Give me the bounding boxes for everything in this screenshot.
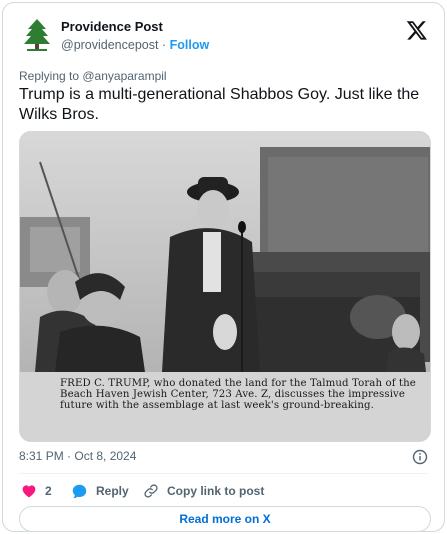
handle-row: @providencepost · Follow (61, 38, 209, 52)
account-name[interactable]: Providence Post (61, 19, 163, 34)
tweet-card: Providence Post @providencepost · Follow… (2, 2, 445, 532)
x-logo-icon[interactable] (406, 19, 428, 41)
link-icon (144, 484, 158, 498)
reply-button[interactable]: Reply (71, 482, 129, 500)
read-more-button[interactable]: Read more on X (19, 506, 431, 532)
like-button[interactable]: 2 (21, 482, 52, 500)
pine-tree-icon (24, 19, 50, 51)
heart-icon (22, 485, 36, 498)
photo-caption: FRED C. TRUMP, who donated the land for … (60, 378, 416, 411)
tweet-meta: 8:31 PM · Oct 8, 2024 (19, 449, 428, 467)
speech-bubble-icon (72, 484, 87, 498)
reply-label: Reply (96, 484, 129, 498)
follow-link[interactable]: Follow (170, 38, 210, 52)
copy-link-button[interactable]: Copy link to post (143, 482, 264, 500)
account-handle[interactable]: @providencepost (61, 38, 158, 52)
avatar[interactable] (19, 17, 55, 53)
copy-link-label: Copy link to post (167, 484, 265, 498)
tweet-text: Trump is a multi-generational Shabbos Go… (19, 86, 420, 123)
separator-dot: · (161, 38, 167, 52)
replying-to[interactable]: Replying to @anyaparampil (19, 69, 167, 83)
tweet-header: Providence Post @providencepost · Follow (19, 17, 432, 53)
info-circle-icon[interactable] (412, 449, 428, 465)
tweet-photo[interactable]: FRED C. TRUMP, who donated the land for … (19, 131, 431, 442)
like-count: 2 (45, 484, 52, 498)
divider (19, 473, 428, 474)
tweet-timestamp[interactable]: 8:31 PM · Oct 8, 2024 (19, 449, 136, 463)
